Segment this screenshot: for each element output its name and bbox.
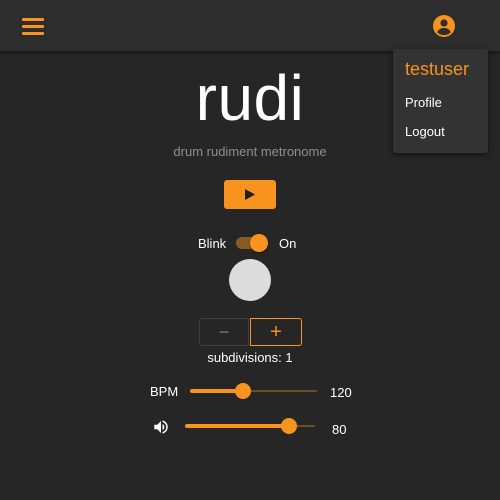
subdivisions-value: 1: [285, 350, 293, 365]
bpm-slider[interactable]: [190, 382, 317, 400]
decrease-subdivisions-button[interactable]: −: [199, 318, 249, 346]
increase-subdivisions-button[interactable]: +: [250, 318, 302, 346]
top-app-bar: [0, 0, 500, 51]
volume-slider[interactable]: [185, 417, 315, 435]
slider-fill: [185, 424, 289, 428]
hamburger-menu-icon[interactable]: [22, 16, 46, 36]
subdivisions-text: subdivisions:: [207, 350, 282, 365]
username-label: testuser: [405, 59, 470, 79]
minus-icon: −: [218, 322, 230, 342]
blink-label: Blink: [198, 236, 227, 251]
menu-item-logout[interactable]: Logout: [405, 124, 445, 139]
volume-up-icon[interactable]: [152, 418, 170, 436]
bpm-value: 120: [330, 385, 352, 400]
play-icon: [245, 189, 255, 200]
account-circle-icon[interactable]: [432, 14, 456, 38]
menu-item-profile[interactable]: Profile: [405, 95, 442, 110]
user-dropdown-menu: testuser Profile Logout: [393, 49, 488, 153]
subdivisions-label: subdivisions: 1: [0, 350, 500, 365]
volume-value: 80: [332, 422, 347, 437]
slider-thumb[interactable]: [281, 418, 297, 434]
toggle-thumb: [250, 234, 268, 252]
blink-state-label: On: [279, 236, 297, 251]
blink-indicator: [229, 259, 271, 301]
blink-toggle[interactable]: [236, 234, 268, 252]
bpm-label: BPM: [150, 384, 179, 399]
slider-thumb[interactable]: [235, 383, 252, 399]
plus-icon: +: [270, 321, 282, 343]
play-button[interactable]: [224, 180, 276, 209]
